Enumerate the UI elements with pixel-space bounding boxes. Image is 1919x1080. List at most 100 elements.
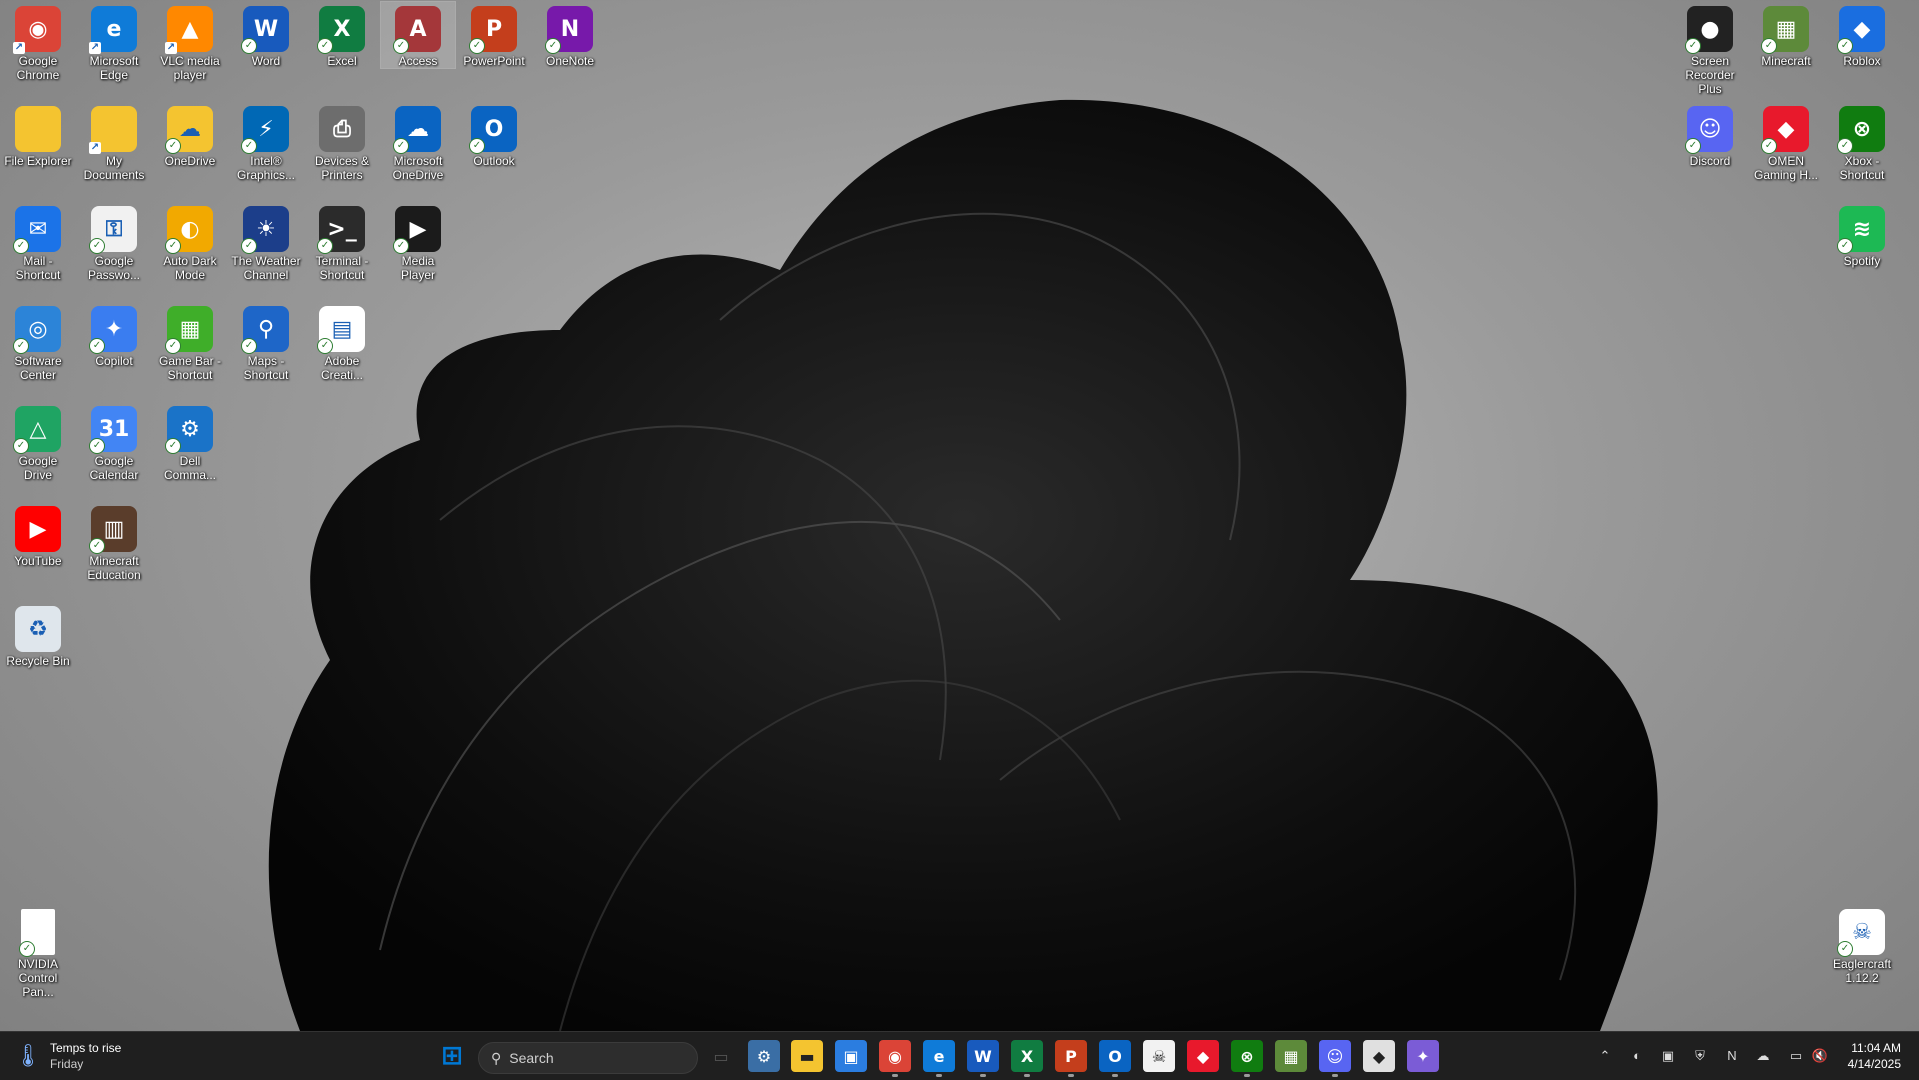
desktop-icon-key[interactable]: ⚿ ✓ Google Passwo...: [77, 202, 151, 282]
sync-check-icon: ✓: [393, 38, 409, 54]
desktop-icon-roblox[interactable]: ◆ ✓ Roblox: [1825, 2, 1899, 68]
desktop-icon-intel-graphics[interactable]: ⚡ ✓ Intel® Graphics...: [229, 102, 303, 182]
search-input[interactable]: ⚲ Search: [478, 1042, 698, 1074]
eaglercraft-icon: ☠: [1151, 1046, 1167, 1066]
desktop-icon-calendar[interactable]: 31 ✓ Google Calendar: [77, 402, 151, 482]
desktop-icon-dell-command[interactable]: ⚙ ✓ Dell Comma...: [153, 402, 227, 482]
desktop-icon-onedrive-folder[interactable]: ☁ ✓ OneDrive: [153, 102, 227, 168]
sync-check-icon: ✓: [1837, 238, 1853, 254]
desktop-icon-vlc[interactable]: ▲ ↗ VLC media player: [153, 2, 227, 82]
m365-app[interactable]: ✦: [1407, 1040, 1439, 1072]
desktop-icon-edge[interactable]: e ↗ Microsoft Edge: [77, 2, 151, 82]
tray-network[interactable]: ▭: [1786, 1046, 1806, 1066]
desktop-icon-onedrive[interactable]: ☁ ✓ Microsoft OneDrive: [381, 102, 455, 182]
desktop-icon-file[interactable]: ✓ NVIDIA Control Pan...: [1, 905, 75, 999]
desktop-icon-word[interactable]: W ✓ Word: [229, 2, 303, 68]
desktop-icon-recycle-bin[interactable]: ♻ Recycle Bin: [1, 602, 75, 668]
desktop-icon-minecraft-education[interactable]: ▥ ✓ Minecraft Education: [77, 502, 151, 582]
store-app[interactable]: ▣: [835, 1040, 867, 1072]
file-explorer-app[interactable]: ▬: [791, 1040, 823, 1072]
desktop-icon-weather-channel[interactable]: ☀ ✓ The Weather Channel: [229, 202, 303, 282]
outlook-app[interactable]: O: [1099, 1040, 1131, 1077]
show-hidden-icons[interactable]: ⌃: [1595, 1046, 1615, 1066]
desktop-icon-adobe[interactable]: ▤ ✓ Adobe Creati...: [305, 302, 379, 382]
desktop-icon-outlook[interactable]: O ✓ Outlook: [457, 102, 531, 168]
outlook-icon-glyph: O: [484, 116, 504, 142]
tray-volume[interactable]: 🔇: [1810, 1046, 1830, 1066]
clock[interactable]: 11:04 AM 4/14/2025: [1848, 1040, 1901, 1072]
chrome-app[interactable]: ◉: [879, 1040, 911, 1077]
roblox-app[interactable]: ◆: [1363, 1040, 1395, 1072]
start-button[interactable]: ⊞: [436, 1040, 468, 1072]
word-app[interactable]: W: [967, 1040, 999, 1077]
xbox-app[interactable]: ⊗: [1231, 1040, 1263, 1077]
tray-printer[interactable]: ▣: [1658, 1046, 1678, 1066]
taskbar: 🌡 Temps to rise Friday ⊞ ▭ ⚙ ▬ ▣ ◉ e W X P O ☠ ◆ ⊗ ▦ ☺ ◆…: [0, 1031, 1919, 1080]
powerpoint-app[interactable]: P: [1055, 1040, 1087, 1077]
desktop-icon-access[interactable]: A ✓ Access: [380, 1, 456, 69]
eaglercraft-app[interactable]: ☠: [1143, 1040, 1175, 1072]
minecraft-app[interactable]: ▦: [1275, 1040, 1307, 1072]
desktop-icon-auto-dark[interactable]: ◐ ✓ Auto Dark Mode: [153, 202, 227, 282]
desktop-icon-excel[interactable]: X ✓ Excel: [305, 2, 379, 68]
desktop-icon-printer[interactable]: ⎙ Devices & Printers: [305, 102, 379, 182]
desktop-icon-powerpoint[interactable]: P ✓ PowerPoint: [457, 2, 531, 68]
media-player-icon: ▶ ✓: [393, 206, 441, 254]
desktop-icon-label: File Explorer: [4, 154, 72, 168]
desktop-icon-mail[interactable]: ✉ ✓ Mail - Shortcut: [1, 202, 75, 282]
desktop-icon-discord[interactable]: ☺ ✓ Discord: [1673, 102, 1747, 168]
sync-check-icon: ✓: [1761, 38, 1777, 54]
desktop-icon-terminal[interactable]: >_ ✓ Terminal - Shortcut: [305, 202, 379, 282]
omen-app[interactable]: ◆: [1187, 1040, 1219, 1072]
desktop-icon-label: Software Center: [14, 354, 62, 382]
tray-auto-dark[interactable]: ◐: [1627, 1046, 1647, 1066]
google-drive-icon-glyph: △: [29, 416, 47, 442]
desktop-icon-label: Google Drive: [18, 454, 58, 482]
excel-app[interactable]: X: [1011, 1040, 1043, 1077]
excel-icon: X ✓: [317, 6, 365, 54]
settings-app[interactable]: ⚙: [748, 1040, 780, 1072]
desktop-icon-google-drive[interactable]: △ ✓ Google Drive: [1, 402, 75, 482]
desktop-icon-folder[interactable]: File Explorer: [1, 102, 75, 168]
desktop-icon-software-center[interactable]: ◎ ✓ Software Center: [1, 302, 75, 382]
tray-onedrive[interactable]: ☁: [1753, 1046, 1773, 1066]
desktop-icon-youtube[interactable]: ▶ YouTube: [1, 502, 75, 568]
running-indicator: [1244, 1074, 1250, 1077]
roblox-icon: ◆: [1372, 1046, 1386, 1066]
sync-check-icon: ✓: [1837, 38, 1853, 54]
desktop-icon-onenote[interactable]: N ✓ OneNote: [533, 2, 607, 68]
desktop-icon-xbox[interactable]: ⊗ ✓ Xbox - Shortcut: [1825, 102, 1899, 182]
shortcut-arrow-icon: ↗: [89, 142, 101, 154]
powerpoint-icon: P: [1065, 1046, 1077, 1066]
weather-widget[interactable]: 🌡 Temps to rise Friday: [14, 1040, 121, 1072]
word-icon-glyph: W: [253, 16, 279, 42]
desktop-icon-label: The Weather Channel: [231, 254, 301, 282]
search-icon: ⚲: [491, 1049, 502, 1066]
key-icon-glyph: ⚿: [105, 216, 123, 242]
desktop-icon-chrome[interactable]: ◉ ↗ Google Chrome: [1, 2, 75, 82]
sync-check-icon: ✓: [241, 238, 257, 254]
discord-icon: ☺ ✓: [1685, 106, 1733, 154]
sync-check-icon: ✓: [241, 138, 257, 154]
desktop-icon-label: Access: [398, 54, 438, 68]
tray-defender[interactable]: ⛨: [1690, 1046, 1710, 1066]
desktop-icon-omen[interactable]: ◆ ✓ OMEN Gaming H...: [1749, 102, 1823, 182]
software-center-icon-glyph: ◎: [28, 316, 48, 342]
desktop-icon-eaglercraft[interactable]: ☠ ✓ Eaglercraft 1.12.2: [1825, 905, 1899, 985]
desktop-icon-spotify[interactable]: ≋ ✓ Spotify: [1825, 202, 1899, 268]
edge-app[interactable]: e: [923, 1040, 955, 1077]
task-view-button[interactable]: ▭: [705, 1040, 737, 1072]
desktop-icon-maps[interactable]: ⚲ ✓ Maps - Shortcut: [229, 302, 303, 382]
tray-onenote[interactable]: N: [1722, 1046, 1742, 1066]
desktop-icon-folder[interactable]: ↗ My Documents: [77, 102, 151, 182]
desktop-icon-game-bar[interactable]: ▦ ✓ Game Bar - Shortcut: [153, 302, 227, 382]
desktop-icon-media-player[interactable]: ▶ ✓ Media Player: [381, 202, 455, 282]
mail-icon-glyph: ✉: [28, 216, 48, 242]
recycle-bin-icon: ♻: [15, 606, 61, 652]
discord-app[interactable]: ☺: [1319, 1040, 1351, 1077]
desktop-icon-copilot[interactable]: ✦ ✓ Copilot: [77, 302, 151, 368]
desktop-icon-label: Discord: [1689, 154, 1731, 168]
weather-channel-icon-glyph: ☀: [256, 216, 276, 242]
desktop-icon-minecraft[interactable]: ▦ ✓ Minecraft: [1749, 2, 1823, 68]
desktop-icon-screen-recorder[interactable]: ● ✓ Screen Recorder Plus: [1673, 2, 1747, 96]
